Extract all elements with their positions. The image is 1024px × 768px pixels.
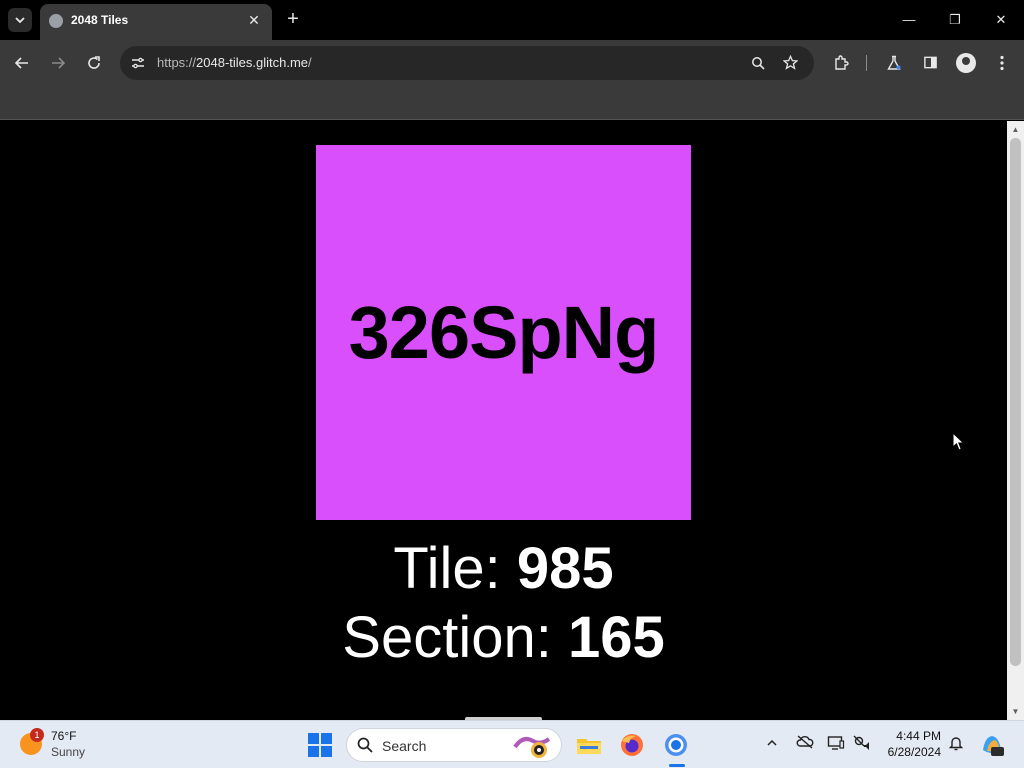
reload-button[interactable]: [80, 49, 108, 77]
weather-condition: Sunny: [51, 745, 86, 759]
tile-line: Tile: 985: [0, 535, 1007, 602]
url-text[interactable]: https://2048-tiles.glitch.me/: [157, 55, 312, 70]
side-panel-icon[interactable]: [917, 50, 943, 76]
taskbar-search[interactable]: Search: [346, 728, 562, 762]
tile-number: 985: [516, 536, 614, 601]
labs-flask-icon[interactable]: [881, 50, 907, 76]
tile-square: 326SpNg: [316, 145, 691, 520]
bookmark-star-icon[interactable]: [780, 53, 800, 73]
restore-icon: ❐: [949, 12, 961, 27]
active-app-indicator: [669, 764, 685, 767]
weather-temperature: 76°F: [51, 729, 77, 743]
firefox-icon[interactable]: [618, 731, 646, 759]
arrow-right-icon: [52, 57, 66, 69]
minimize-icon: —: [902, 12, 916, 27]
arrow-left-icon: [14, 57, 28, 69]
new-tab-button[interactable]: +: [282, 8, 304, 30]
tab-2048-tiles[interactable]: 2048 Tiles ✕: [40, 4, 272, 40]
copilot-icon[interactable]: [979, 732, 1005, 758]
tab-search-button[interactable]: [8, 8, 32, 32]
tab-title: 2048 Tiles: [71, 13, 129, 27]
page-viewport: 326SpNg Tile: 985 Section: 165: [0, 121, 1007, 720]
minimize-button[interactable]: —: [895, 6, 923, 34]
search-highlight-icon: [513, 737, 551, 758]
mouse-cursor-icon: [952, 432, 965, 451]
page-scrollbar[interactable]: ▲ ▼: [1007, 121, 1024, 720]
toolbar-divider: [866, 55, 867, 71]
notification-bell-icon[interactable]: [946, 735, 966, 755]
scroll-thumb[interactable]: [1010, 138, 1021, 666]
reload-icon: [88, 56, 100, 69]
tab-strip: 2048 Tiles ✕ + — ❐ ✕: [0, 0, 1024, 40]
extensions-icon[interactable]: [828, 50, 854, 76]
url-scheme: https://: [157, 55, 197, 70]
notification-badge: 1: [30, 728, 44, 742]
restore-button[interactable]: ❐: [941, 6, 969, 34]
chrome-icon[interactable]: [662, 731, 690, 759]
url-path: /: [308, 55, 312, 70]
search-icon: [357, 735, 377, 755]
profile-avatar-icon[interactable]: [956, 53, 976, 73]
section-line: Section: 165: [0, 604, 1007, 671]
search-label: Search: [382, 738, 427, 754]
scroll-up-icon[interactable]: ▲: [1007, 121, 1024, 138]
section-label: Section:: [342, 605, 568, 670]
network-sound-icon[interactable]: [852, 735, 872, 755]
scroll-down-icon[interactable]: ▼: [1007, 703, 1024, 720]
section-number: 165: [567, 605, 665, 670]
tile-label: Tile:: [393, 536, 517, 601]
onedrive-offline-icon[interactable]: [795, 735, 815, 755]
plus-icon: +: [287, 8, 299, 30]
site-info-icon[interactable]: [128, 53, 148, 73]
close-window-button[interactable]: ✕: [987, 6, 1015, 34]
chevron-down-icon: [15, 17, 25, 24]
forward-button[interactable]: [44, 49, 72, 77]
address-bar[interactable]: https://2048-tiles.glitch.me/: [120, 46, 814, 80]
clock-date[interactable]: 6/28/2024: [878, 745, 941, 759]
start-button[interactable]: [308, 733, 332, 757]
tile-code: 326SpNg: [348, 291, 660, 374]
bookmarks-bar: [0, 86, 1024, 120]
more-menu-icon[interactable]: [989, 50, 1015, 76]
url-host: 2048-tiles.glitch.me: [196, 55, 309, 70]
tab-close-button[interactable]: ✕: [244, 10, 264, 30]
windows-logo-icon: [308, 733, 319, 744]
globe-icon: [49, 14, 63, 28]
close-icon: ✕: [995, 12, 1007, 27]
browser-toolbar: https://2048-tiles.glitch.me/: [0, 40, 1024, 86]
chevron-up-icon[interactable]: [762, 735, 782, 755]
close-icon: ✕: [248, 12, 260, 28]
file-explorer-icon[interactable]: [575, 731, 603, 759]
back-button[interactable]: [8, 49, 36, 77]
zoom-icon[interactable]: [748, 53, 768, 73]
clock-time[interactable]: 4:44 PM: [885, 729, 941, 743]
taskbar: 1 76°F Sunny Search 4:44 PM 6/28/2024: [0, 720, 1024, 768]
display-icon[interactable]: [826, 735, 846, 755]
